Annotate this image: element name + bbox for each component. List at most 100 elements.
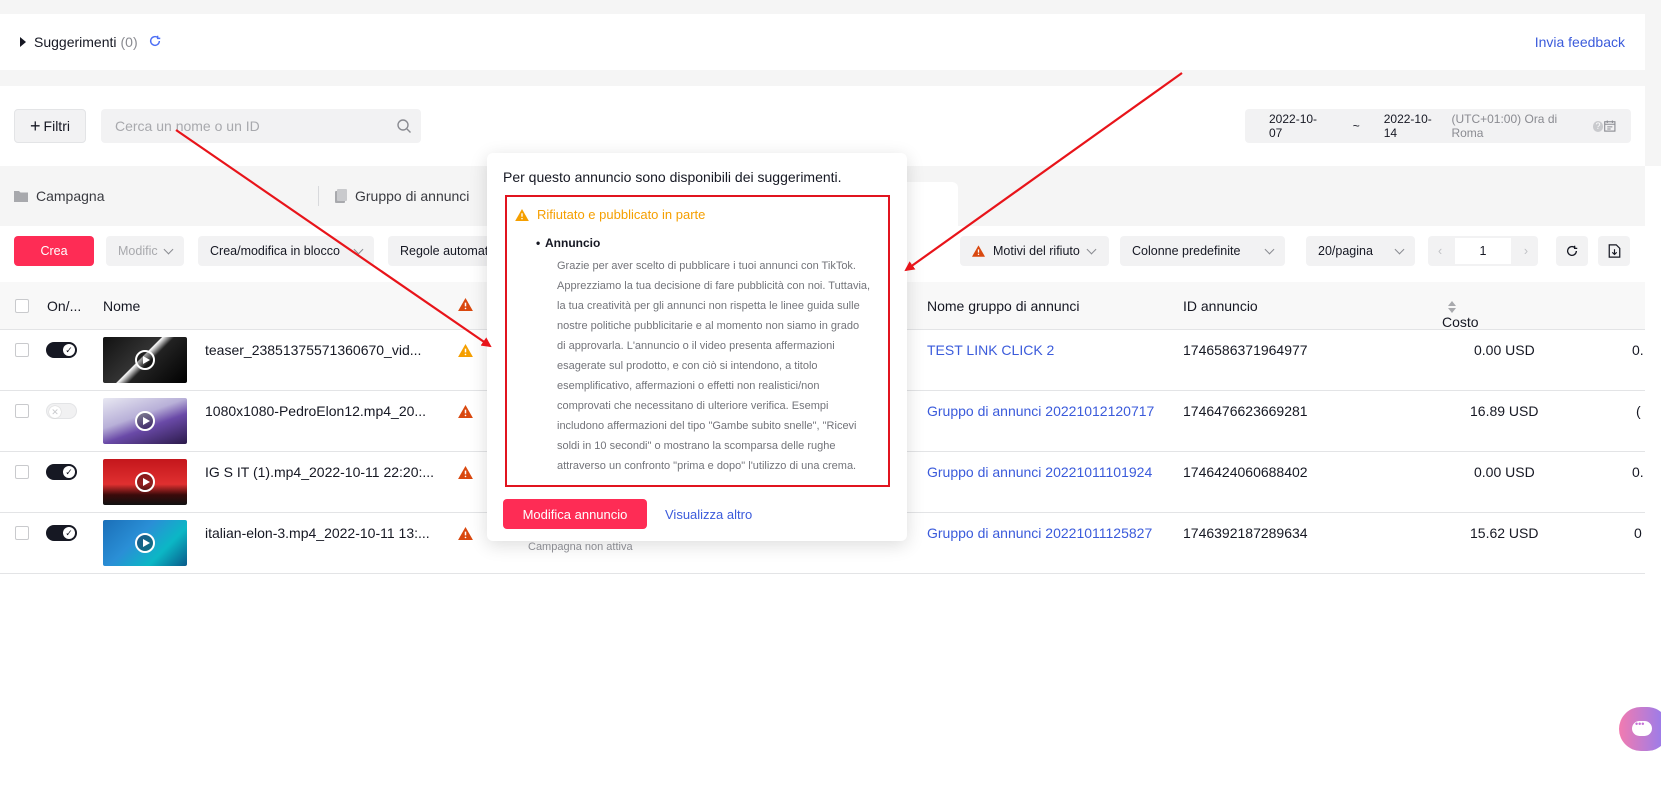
total-cost: 15.62 USD [1470, 525, 1539, 541]
row-checkbox[interactable] [15, 404, 29, 418]
campaign-inactive-status: Campagna non attiva [528, 541, 633, 553]
expand-triangle-icon[interactable] [20, 37, 26, 47]
status-toggle[interactable]: ✓ [46, 525, 77, 541]
page-number-input[interactable]: 1 [1455, 238, 1511, 264]
header-name[interactable]: Nome [103, 298, 140, 314]
extra-cell: 0 [1634, 525, 1642, 541]
prev-page-icon[interactable]: ‹ [1438, 244, 1442, 258]
date-end: 2022-10-14 [1383, 112, 1432, 140]
warning-icon[interactable] [458, 344, 473, 357]
suggestions-count: (0) [120, 34, 138, 50]
reason-line: includono affermazioni del tipo "Gambe s… [557, 420, 857, 432]
rejection-reason-text: Grazie per aver scelto di pubblicare i t… [557, 256, 880, 476]
reason-line: esemplificativo, affermazioni o effetti … [557, 380, 820, 392]
video-thumbnail[interactable] [103, 520, 187, 566]
warning-icon [515, 208, 529, 221]
plus-icon: + [30, 116, 41, 136]
warning-icon[interactable] [458, 527, 473, 540]
ad-name[interactable]: teaser_23851375571360670_vid... [205, 342, 421, 358]
row-checkbox[interactable] [15, 343, 29, 357]
rules-label: Regole automati [400, 244, 492, 258]
suggestions-title[interactable]: Suggerimenti [34, 34, 117, 50]
play-icon[interactable] [135, 411, 155, 431]
adgroup-link[interactable]: Gruppo di annunci 20221012120717 [927, 403, 1154, 419]
modify-dropdown[interactable]: Modific [106, 236, 184, 266]
reason-line: nostre politiche pubblicitarie e al mome… [557, 320, 860, 332]
timezone-label: (UTC+01:00) Ora di Roma [1451, 112, 1558, 140]
modify-label: Modific [118, 244, 158, 258]
date-range-picker[interactable]: 2022-10-07 ~ 2022-10-14 (UTC+01:00) Ora … [1245, 109, 1631, 143]
ad-name[interactable]: 1080x1080-PedroElon12.mp4_20... [205, 403, 426, 419]
row-checkbox[interactable] [15, 526, 29, 540]
adgroup-icon [335, 189, 347, 203]
row-checkbox[interactable] [15, 465, 29, 479]
video-thumbnail[interactable] [103, 337, 187, 383]
tab-campaign[interactable]: Campagna [14, 166, 105, 226]
chevron-down-icon [1394, 244, 1405, 254]
rejection-status-label: Rifiutato e pubblicato in parte [537, 207, 706, 222]
refresh-icon[interactable] [148, 34, 162, 51]
reason-line: Apprezziamo la tua decisione di fare pub… [557, 280, 871, 292]
columns-dropdown[interactable]: Colonne predefinite [1120, 236, 1285, 266]
select-all-checkbox[interactable] [15, 299, 29, 313]
play-icon[interactable] [135, 350, 155, 370]
date-separator: ~ [1352, 119, 1360, 133]
total-cost: 0.00 USD [1474, 464, 1535, 480]
popover-actions: Modifica annuncio Visualizza altro [503, 499, 752, 529]
reason-line: di approvarla. L'annuncio o il video pre… [557, 340, 835, 352]
suggestion-popover: Per questo annuncio sono disponibili dei… [487, 153, 907, 541]
sort-icon[interactable] [1448, 301, 1456, 314]
search-input[interactable] [101, 109, 421, 143]
status-toggle[interactable]: ✓ [46, 464, 77, 480]
bulk-edit-dropdown[interactable]: Crea/modifica in blocco [198, 236, 374, 266]
refresh-table-button[interactable] [1556, 236, 1588, 266]
play-icon[interactable] [135, 472, 155, 492]
calendar-icon[interactable] [1603, 119, 1617, 133]
ad-name[interactable]: italian-elon-3.mp4_2022-10-11 13:... [205, 525, 430, 541]
chevron-down-icon [1264, 244, 1275, 254]
status-toggle[interactable]: ✕ [46, 403, 77, 419]
export-icon [1608, 244, 1620, 258]
reason-line: comprovati che necessitano di ulteriore … [557, 400, 829, 412]
rejection-status: Rifiutato e pubblicato in parte [515, 207, 880, 222]
next-page-icon[interactable]: › [1524, 244, 1528, 258]
extra-cell: 0. [1632, 464, 1644, 480]
rejection-details-box: Rifiutato e pubblicato in parte Annuncio… [505, 195, 890, 487]
view-more-link[interactable]: Visualizza altro [665, 507, 752, 522]
tab-campaign-label: Campagna [36, 188, 105, 204]
rejection-reasons-dropdown[interactable]: Motivi del rifiuto [960, 236, 1109, 266]
send-feedback-link[interactable]: Invia feedback [1535, 34, 1625, 50]
play-icon[interactable] [135, 533, 155, 553]
edit-ad-button[interactable]: Modifica annuncio [503, 499, 647, 529]
header-adgroup-name[interactable]: Nome gruppo di annunci [927, 298, 1080, 314]
total-cost: 16.89 USD [1470, 403, 1539, 419]
chat-icon [1632, 719, 1652, 736]
reason-line: attraverso un confronto "prima e dopo" l… [557, 460, 857, 472]
help-icon[interactable]: ? [1592, 120, 1604, 132]
tab-adgroup[interactable]: Gruppo di annunci [318, 186, 469, 206]
create-button[interactable]: Crea [14, 236, 94, 266]
warning-icon[interactable] [458, 405, 473, 418]
folder-icon [14, 191, 28, 202]
adgroup-link[interactable]: Gruppo di annunci 20221011101924 [927, 464, 1152, 480]
video-thumbnail[interactable] [103, 398, 187, 444]
bulk-label: Crea/modifica in blocco [210, 244, 340, 258]
video-thumbnail[interactable] [103, 459, 187, 505]
header-ad-id[interactable]: ID annuncio [1183, 298, 1258, 314]
adgroup-link[interactable]: TEST LINK CLICK 2 [927, 342, 1054, 358]
reason-line: esagerate sul prodotto, e con ciò si int… [557, 360, 818, 372]
chat-support-button[interactable] [1619, 707, 1661, 751]
total-cost: 0.00 USD [1474, 342, 1535, 358]
warning-icon[interactable] [458, 466, 473, 479]
filters-button-label: Filtri [43, 118, 70, 134]
filters-button[interactable]: + Filtri [14, 109, 86, 143]
adgroup-link[interactable]: Gruppo di annunci 20221011125827 [927, 525, 1152, 541]
ad-name[interactable]: IG S IT (1).mp4_2022-10-11 22:20:... [205, 464, 434, 480]
page-size-dropdown[interactable]: 20/pagina [1306, 236, 1415, 266]
auto-rules-dropdown[interactable]: Regole automati [388, 236, 498, 266]
suggestions-bar: Suggerimenti (0) Invia feedback [0, 14, 1645, 70]
header-total-cost[interactable]: Costo totale [1442, 298, 1479, 346]
chevron-down-icon [163, 244, 174, 254]
export-button[interactable] [1598, 236, 1630, 266]
status-toggle[interactable]: ✓ [46, 342, 77, 358]
